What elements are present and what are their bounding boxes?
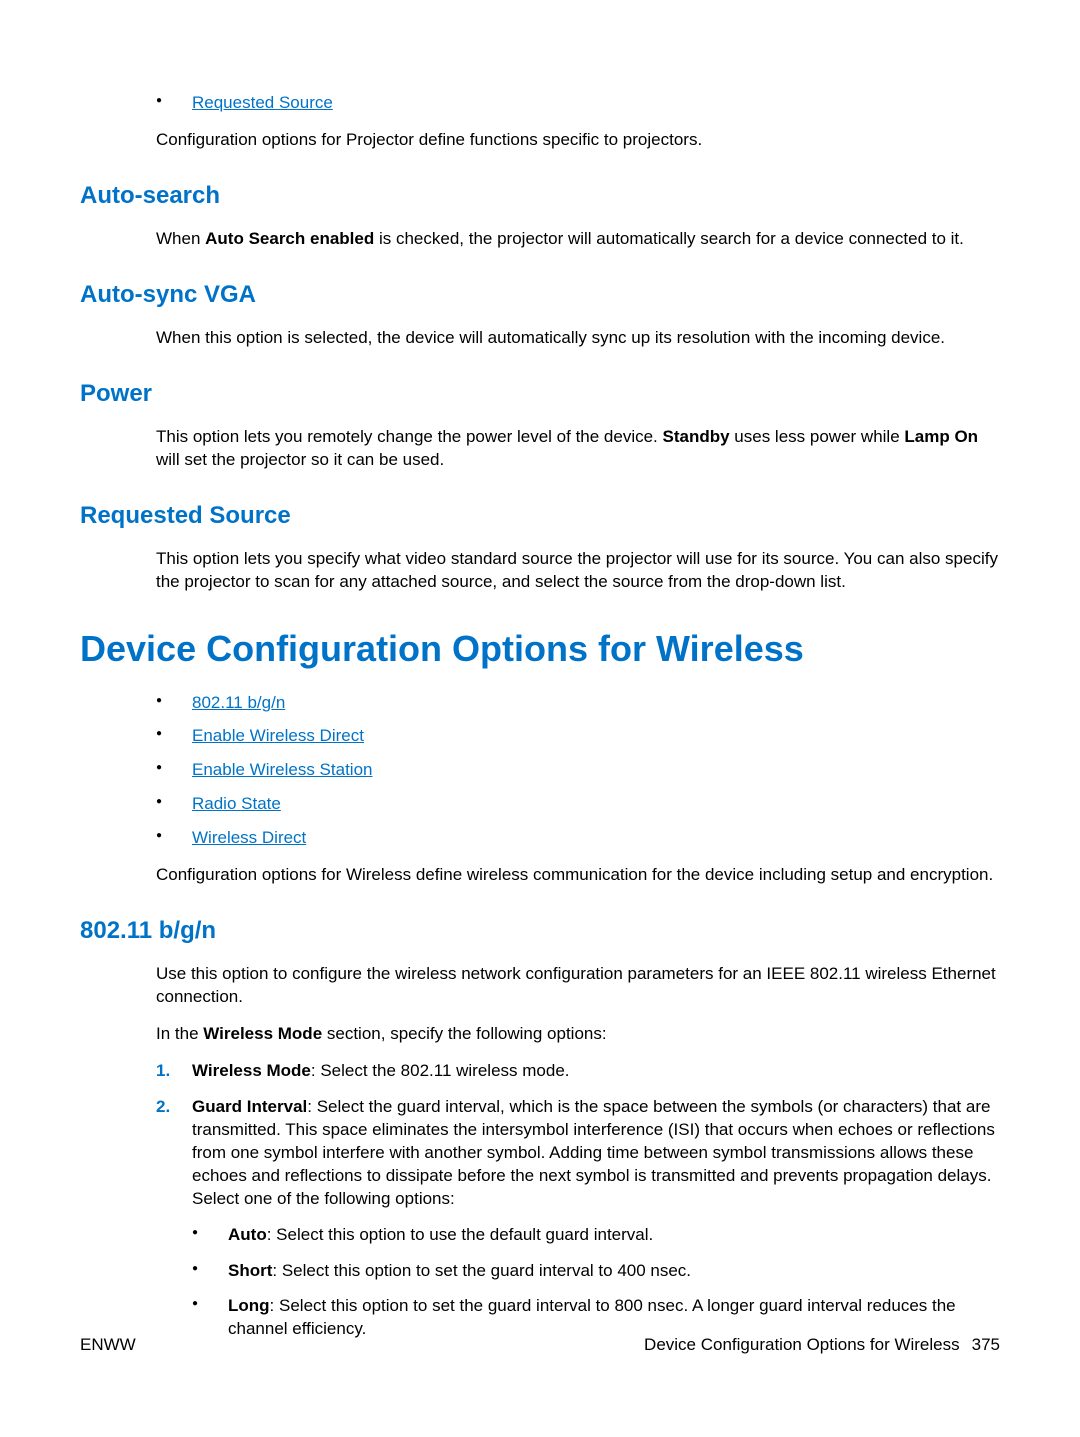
text-segment: is checked, the projector will automatic… [374,229,964,248]
list-item: Wireless Direct [156,827,1000,850]
text-segment: section, specify the following options: [322,1024,606,1043]
list-item-auto: Auto: Select this option to use the defa… [192,1224,1000,1247]
text-segment: This option lets you remotely change the… [156,427,663,446]
bold-text: Guard Interval [192,1097,307,1116]
text-segment: In the [156,1024,203,1043]
80211-heading: 802.11 b/g/n [80,917,1000,945]
requested-source-heading: Requested Source [80,502,1000,530]
link-wireless-direct[interactable]: Wireless Direct [192,828,306,847]
link-radio-state[interactable]: Radio State [192,794,281,813]
power-heading: Power [80,380,1000,408]
list-item: Radio State [156,793,1000,816]
power-text: This option lets you remotely change the… [156,426,1000,472]
link-enable-wireless-direct[interactable]: Enable Wireless Direct [192,726,364,745]
bold-text: Lamp On [904,427,978,446]
bold-text: Wireless Mode [192,1061,311,1080]
wireless-mode-options: Wireless Mode: Select the 802.11 wireles… [156,1060,1000,1341]
list-item: Enable Wireless Station [156,759,1000,782]
link-80211[interactable]: 802.11 b/g/n [192,693,285,712]
requested-source-text: This option lets you specify what video … [156,548,1000,594]
page-number: 375 [972,1335,1000,1354]
auto-search-text: When Auto Search enabled is checked, the… [156,228,1000,251]
guard-interval-options: Auto: Select this option to use the defa… [192,1224,1000,1342]
wireless-link-list: 802.11 b/g/n Enable Wireless Direct Enab… [156,692,1000,851]
auto-search-heading: Auto-search [80,182,1000,210]
requested-source-link[interactable]: Requested Source [192,93,333,112]
text-segment: will set the projector so it can be used… [156,450,444,469]
list-item-guard-interval: Guard Interval: Select the guard interva… [156,1096,1000,1341]
link-enable-wireless-station[interactable]: Enable Wireless Station [192,760,372,779]
projector-config-description: Configuration options for Projector defi… [156,129,1000,152]
80211-p2: In the Wireless Mode section, specify th… [156,1023,1000,1046]
bold-text: Auto Search enabled [205,229,374,248]
text-segment: : Select the 802.11 wireless mode. [311,1061,570,1080]
top-link-list: Requested Source [156,92,1000,115]
list-item: 802.11 b/g/n [156,692,1000,715]
footer-right: Device Configuration Options for Wireles… [644,1335,1000,1355]
bold-text: Auto [228,1225,267,1244]
bold-text: Long [228,1296,270,1315]
text-segment: : Select the guard interval, which is th… [192,1097,995,1208]
text-segment: : Select this option to set the guard in… [272,1261,691,1280]
footer-left: ENWW [80,1335,136,1355]
wireless-heading: Device Configuration Options for Wireles… [80,628,1000,670]
wireless-description: Configuration options for Wireless defin… [156,864,1000,887]
80211-p1: Use this option to configure the wireles… [156,963,1000,1009]
text-segment: : Select this option to use the default … [267,1225,654,1244]
bold-text: Short [228,1261,272,1280]
list-item: Requested Source [156,92,1000,115]
list-item-wireless-mode: Wireless Mode: Select the 802.11 wireles… [156,1060,1000,1083]
page-footer: ENWW Device Configuration Options for Wi… [80,1335,1000,1355]
auto-sync-vga-heading: Auto-sync VGA [80,281,1000,309]
text-segment: : Select this option to set the guard in… [228,1296,956,1338]
list-item-short: Short: Select this option to set the gua… [192,1260,1000,1283]
text-segment: When [156,229,205,248]
list-item: Enable Wireless Direct [156,725,1000,748]
bold-text: Wireless Mode [203,1024,322,1043]
auto-sync-text: When this option is selected, the device… [156,327,1000,350]
text-segment: uses less power while [730,427,905,446]
page-container: Requested Source Configuration options f… [0,0,1080,1437]
footer-section-title: Device Configuration Options for Wireles… [644,1335,960,1354]
bold-text: Standby [663,427,730,446]
